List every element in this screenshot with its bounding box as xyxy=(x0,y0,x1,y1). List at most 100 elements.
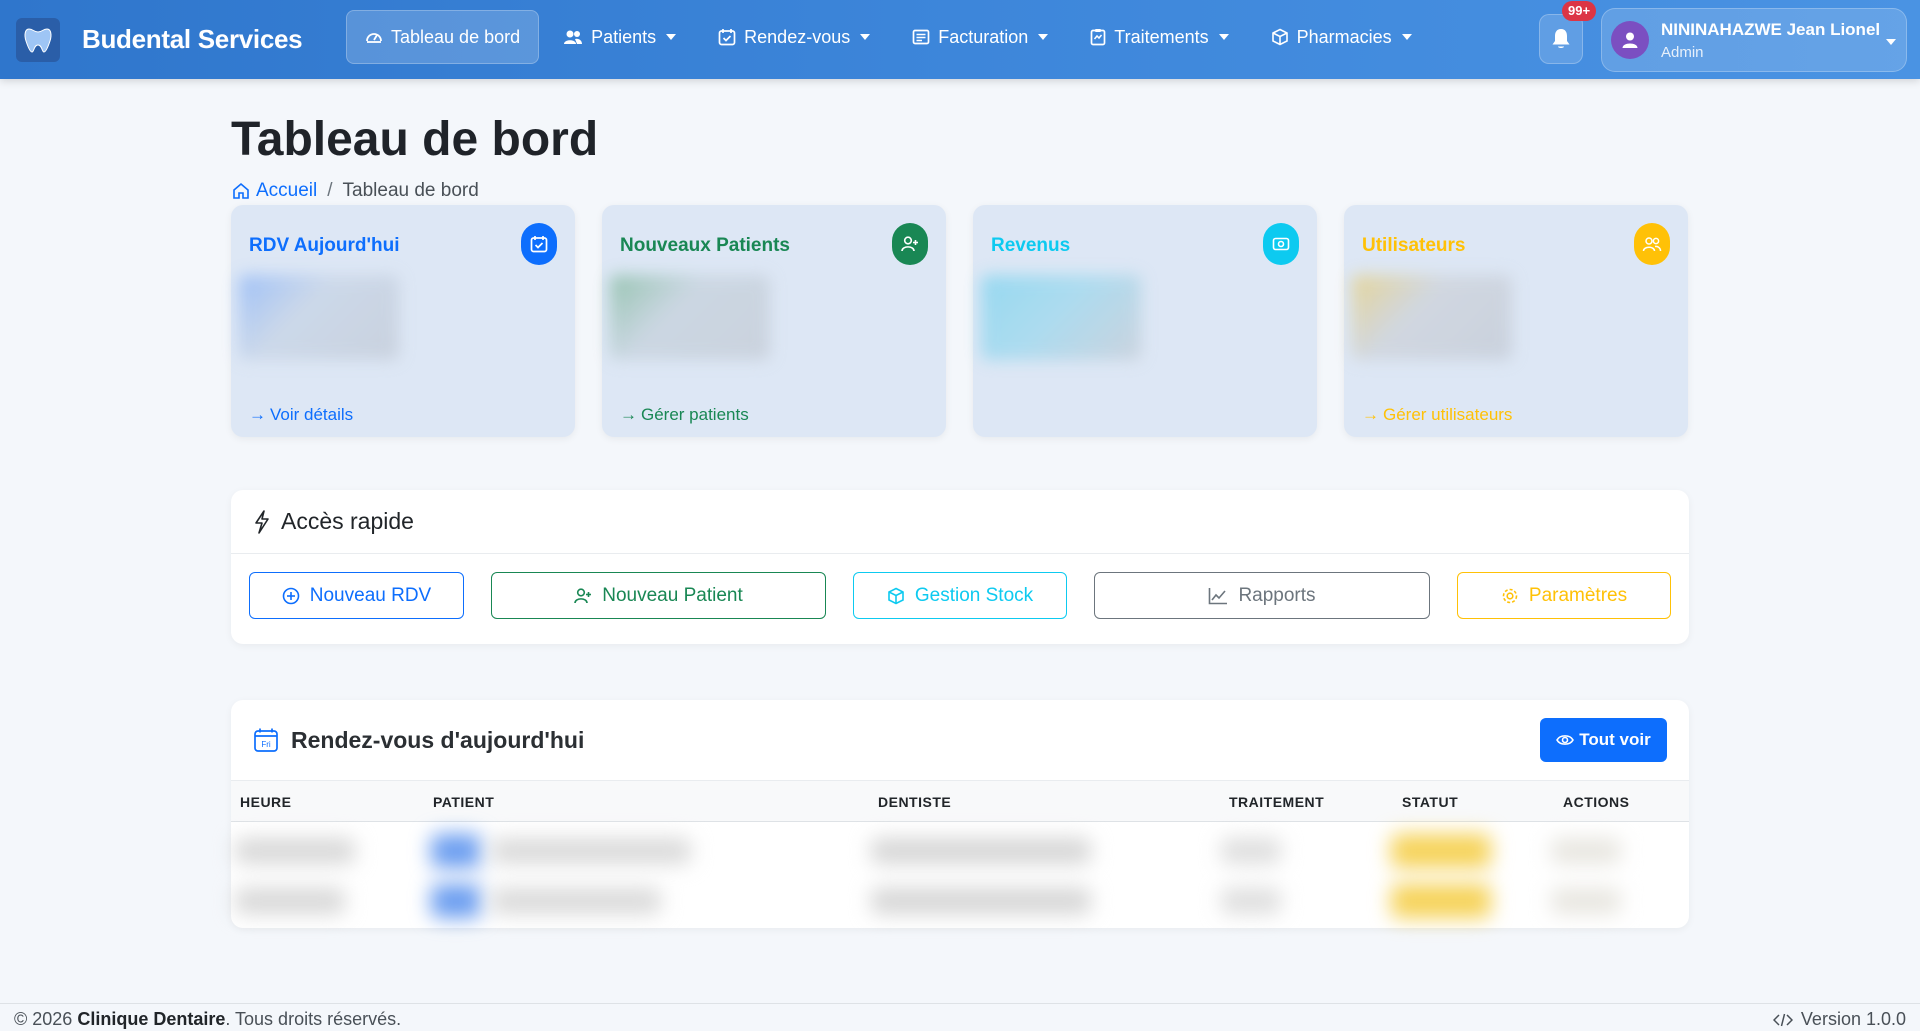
blurred-time xyxy=(235,838,355,864)
stat-card-revenue: Revenus xyxy=(973,205,1317,437)
new-appointment-label: Nouveau RDV xyxy=(309,584,432,606)
eye-icon xyxy=(1556,735,1575,745)
calendar-day-text: Fri xyxy=(261,740,271,749)
blurred-patient-avatar xyxy=(431,884,481,918)
column-header-status: STATUT xyxy=(1402,794,1459,810)
breadcrumb-home-link[interactable]: Accueil xyxy=(232,180,317,202)
blurred-status-badge xyxy=(1391,884,1491,918)
rights-text: . Tous droits réservés. xyxy=(225,1009,402,1029)
chevron-down-icon xyxy=(1218,34,1229,40)
settings-button[interactable]: Paramètres xyxy=(1457,572,1671,619)
appointments-panel: Fri Rendez-vous d'aujourd'hui Tout voir … xyxy=(231,700,1689,928)
chevron-down-icon xyxy=(1401,34,1412,40)
user-menu[interactable]: NININAHAZWE Jean Lionel Admin xyxy=(1601,8,1907,72)
reports-button[interactable]: Rapports xyxy=(1094,572,1430,619)
nav-treatments[interactable]: Traitements xyxy=(1072,10,1246,64)
blurred-value xyxy=(981,275,1141,360)
stat-card-title: Utilisateurs xyxy=(1362,235,1466,256)
blurred-actions xyxy=(1551,888,1621,914)
brand-logo-icon xyxy=(16,17,60,62)
chevron-down-icon xyxy=(1886,39,1896,45)
blurred-value xyxy=(610,275,770,360)
new-appointment-button[interactable]: Nouveau RDV xyxy=(249,572,464,619)
manage-users-link[interactable]: → Gérer utilisateurs xyxy=(1362,405,1512,425)
blurred-dentist xyxy=(871,838,1091,864)
view-all-button[interactable]: Tout voir xyxy=(1540,718,1667,762)
stock-management-label: Gestion Stock xyxy=(914,584,1034,606)
reports-label: Rapports xyxy=(1238,584,1316,606)
new-patient-label: Nouveau Patient xyxy=(602,584,743,606)
nav-appointments-label: Rendez-vous xyxy=(744,26,851,47)
column-header-dentist: DENTISTE xyxy=(878,794,952,810)
breadcrumb: Accueil / Tableau de bord xyxy=(232,180,479,202)
column-header-patient: PATIENT xyxy=(433,794,495,810)
nav-dashboard-label: Tableau de bord xyxy=(391,26,521,47)
settings-label: Paramètres xyxy=(1528,584,1628,606)
stat-card-title: Revenus xyxy=(991,235,1071,256)
clinic-name: Clinique Dentaire xyxy=(77,1009,226,1029)
cash-icon xyxy=(1263,223,1299,265)
table-row[interactable] xyxy=(231,828,1689,876)
column-header-time: HEURE xyxy=(240,794,292,810)
notifications-button[interactable] xyxy=(1539,14,1583,64)
new-patient-button[interactable]: Nouveau Patient xyxy=(491,572,826,619)
page-title: Tableau de bord xyxy=(231,113,599,166)
table-row[interactable] xyxy=(231,878,1689,926)
appointments-table-header: HEURE PATIENT DENTISTE TRAITEMENT STATUT… xyxy=(231,780,1689,822)
stat-card-title: Nouveaux Patients xyxy=(620,235,790,256)
stat-card-users: Utilisateurs → Gérer utilisateurs xyxy=(1344,205,1688,437)
receipt-icon xyxy=(912,29,930,45)
user-icon xyxy=(1622,32,1638,48)
quick-access-panel: Accès rapide Nouveau RDV Nouveau Patient… xyxy=(231,490,1689,644)
stat-card-appointments-today: RDV Aujourd'hui → Voir détails xyxy=(231,205,575,437)
blurred-patient-avatar xyxy=(431,834,481,868)
avatar xyxy=(1611,21,1649,59)
users-icon xyxy=(564,30,583,44)
manage-patients-link[interactable]: → Gérer patients xyxy=(620,405,749,425)
calendar-day-icon: Fri xyxy=(254,728,278,752)
home-icon xyxy=(233,182,249,199)
stat-card-new-patients: Nouveaux Patients → Gérer patients xyxy=(602,205,946,437)
nav-appointments[interactable]: Rendez-vous xyxy=(700,10,888,64)
manage-users-label: Gérer utilisateurs xyxy=(1383,405,1513,424)
nav-billing[interactable]: Facturation xyxy=(894,10,1066,64)
box-icon xyxy=(888,587,904,604)
blurred-value xyxy=(1352,275,1512,360)
chevron-down-icon xyxy=(860,34,871,40)
nav-dashboard[interactable]: Tableau de bord xyxy=(346,10,540,64)
nav-patients[interactable]: Patients xyxy=(545,10,694,64)
plus-circle-icon xyxy=(282,587,300,604)
nav-pharmacies[interactable]: Pharmacies xyxy=(1253,10,1430,64)
column-header-actions: ACTIONS xyxy=(1563,794,1630,810)
user-role: Admin xyxy=(1661,43,1704,61)
gear-icon xyxy=(1502,588,1518,603)
version-label: Version 1.0.0 xyxy=(1800,1009,1906,1029)
brand-name: Budental Services xyxy=(82,24,303,54)
notifications-badge: 99+ xyxy=(1562,1,1597,21)
arrow-right-icon: → xyxy=(249,405,266,424)
person-add-icon xyxy=(574,587,592,603)
people-icon xyxy=(1634,223,1670,265)
blurred-patient xyxy=(491,838,691,864)
nav-patients-label: Patients xyxy=(591,26,657,47)
arrow-right-icon: → xyxy=(620,405,637,424)
lightning-icon xyxy=(255,509,269,534)
blurred-time xyxy=(235,888,345,914)
appointments-title: Rendez-vous d'aujourd'hui xyxy=(291,726,585,753)
stock-management-button[interactable]: Gestion Stock xyxy=(853,572,1067,619)
manage-patients-label: Gérer patients xyxy=(641,405,749,424)
calendar-check-icon xyxy=(718,29,736,46)
chevron-down-icon xyxy=(1038,34,1049,40)
arrow-right-icon: → xyxy=(1362,405,1379,424)
column-header-treatment: TRAITEMENT xyxy=(1229,794,1325,810)
nav-treatments-label: Traitements xyxy=(1114,26,1209,47)
brand[interactable]: Budental Services xyxy=(16,17,303,62)
person-add-icon xyxy=(892,223,928,265)
breadcrumb-home-label: Accueil xyxy=(256,180,318,201)
code-icon xyxy=(1772,1013,1793,1026)
view-details-link[interactable]: → Voir détails xyxy=(249,405,353,425)
nav-pharmacies-label: Pharmacies xyxy=(1296,26,1392,47)
breadcrumb-separator: / xyxy=(327,180,333,201)
blurred-status-badge xyxy=(1391,834,1491,868)
blurred-dentist xyxy=(871,888,1091,914)
